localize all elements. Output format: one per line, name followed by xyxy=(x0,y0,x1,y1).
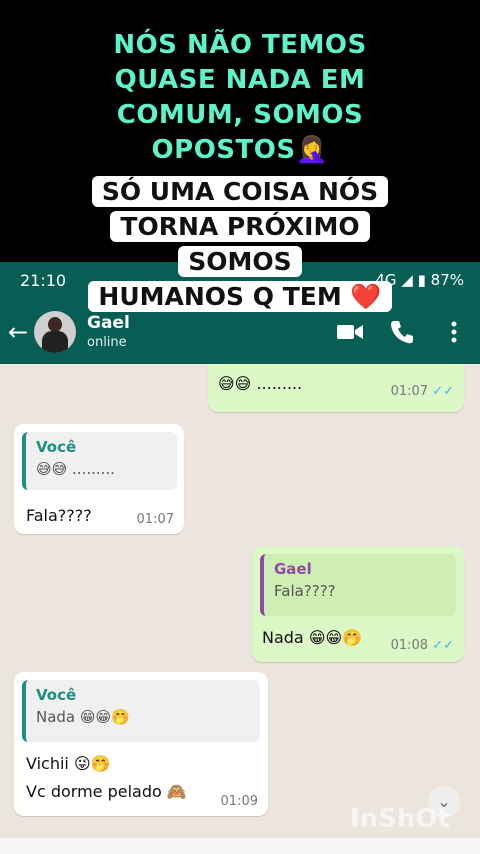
caption-top: NÓS NÃO TEMOS QUASE NADA EM COMUM, SOMOS… xyxy=(0,28,480,168)
caption-bottom: SÓ UMA COISA NÓS TORNA PRÓXIMO SOMOS HUM… xyxy=(0,174,480,314)
message-outgoing[interactable]: Gael Fala???? Nada 😁😁🤭 01:08 ✓✓ xyxy=(252,546,464,662)
caption-line: NÓS NÃO TEMOS xyxy=(113,30,367,60)
quoted-message[interactable]: Gael Fala???? xyxy=(260,554,456,616)
quote-author: Você xyxy=(36,686,77,704)
watermark-text: InShOt xyxy=(350,804,450,834)
avatar[interactable] xyxy=(34,311,76,353)
quote-text: 😅😅 ......... xyxy=(36,460,115,478)
message-text: Vc dorme pelado 🙈 xyxy=(26,782,187,801)
message-outgoing[interactable]: 😅😅 ......... 01:07 ✓✓ xyxy=(208,364,464,412)
message-time: 01:08 xyxy=(390,638,429,653)
chat-area[interactable]: 😅😅 ......... 01:07 ✓✓ Você 😅😅 ......... … xyxy=(0,364,480,854)
phone-call-icon[interactable] xyxy=(388,318,416,346)
message-incoming[interactable]: Você 😅😅 ......... Fala???? 01:07 xyxy=(14,424,184,534)
quote-author: Gael xyxy=(274,560,312,578)
message-incoming[interactable]: Você Nada 😁😁🤭 Vichii 😜🤭 Vc dorme pelado … xyxy=(14,672,268,816)
message-text: Nada 😁😁🤭 xyxy=(262,628,363,647)
caption-line: COMUM, SOMOS xyxy=(116,100,364,130)
quote-text: Fala???? xyxy=(274,582,336,600)
caption-line: HUMANOS Q TEM ❤️ xyxy=(88,281,392,312)
message-time: 01:07 xyxy=(136,512,174,527)
quote-author: Você xyxy=(36,438,77,456)
back-arrow-icon[interactable]: ← xyxy=(8,318,28,346)
caption-line: SÓ UMA COISA NÓS xyxy=(91,176,389,207)
contact-status: online xyxy=(87,335,127,350)
contact-name[interactable]: Gael xyxy=(87,313,130,333)
message-time: 01:09 xyxy=(220,794,258,809)
message-text: Fala???? xyxy=(26,506,92,525)
quoted-message[interactable]: Você Nada 😁😁🤭 xyxy=(22,680,260,742)
video-call-icon[interactable] xyxy=(336,318,364,346)
quote-text: Nada 😁😁🤭 xyxy=(36,708,130,726)
read-ticks-icon: ✓✓ xyxy=(432,638,454,653)
caption-line: SOMOS xyxy=(178,246,302,277)
quoted-message[interactable]: Você 😅😅 ......... xyxy=(22,432,177,490)
message-time: 01:07 xyxy=(390,384,429,399)
caption-line: QUASE NADA EM xyxy=(114,65,366,95)
caption-line: TORNA PRÓXIMO xyxy=(110,211,370,242)
caption-line: OPOSTOS🤦‍♀️ xyxy=(151,135,329,165)
input-bar[interactable] xyxy=(0,838,480,854)
message-text: 😅😅 ......... xyxy=(218,374,303,393)
message-text: Vichii 😜🤭 xyxy=(26,754,111,773)
read-ticks-icon: ✓✓ xyxy=(432,384,454,399)
more-options-icon[interactable] xyxy=(440,318,468,346)
